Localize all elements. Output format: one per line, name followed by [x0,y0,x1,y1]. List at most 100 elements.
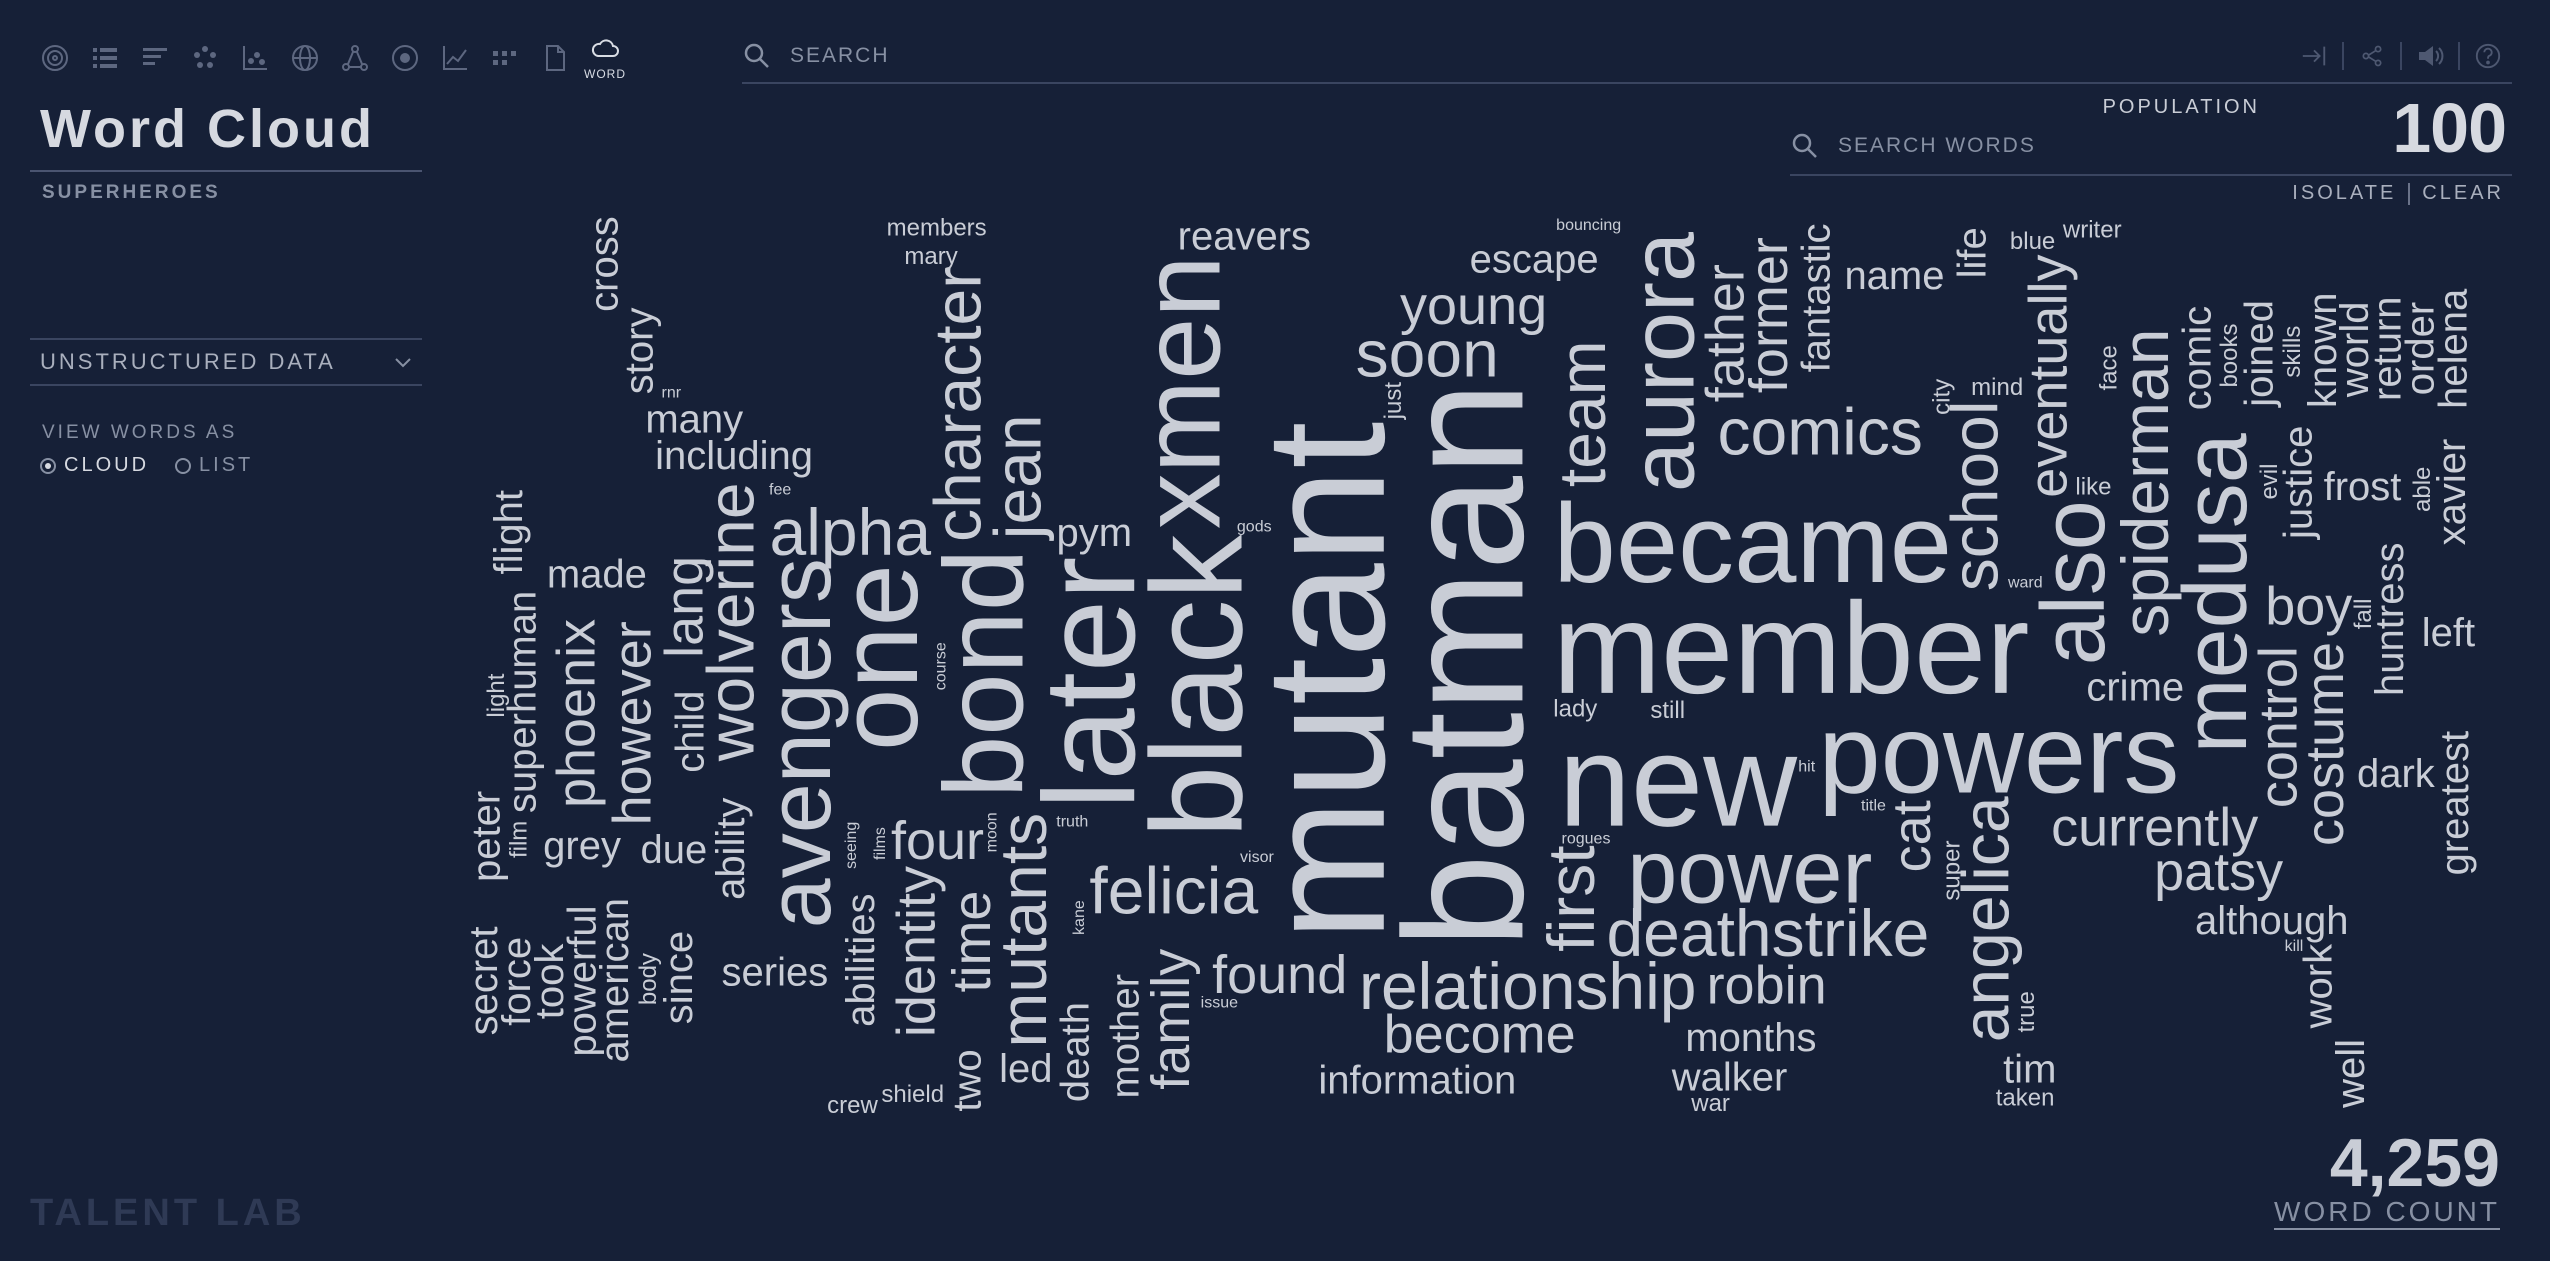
word-character[interactable]: character [920,267,994,542]
word-angelica[interactable]: angelica [1949,796,2023,1042]
word-boy[interactable]: boy [2265,577,2352,637]
word-lady[interactable]: lady [1553,696,1597,723]
target-tool-icon[interactable] [380,32,430,84]
word-family[interactable]: family [1141,949,1201,1090]
word-ability[interactable]: ability [709,798,753,900]
word-cloud-tool-icon[interactable]: WORD [580,32,630,84]
word-life[interactable]: life [1950,227,1994,278]
share-icon[interactable] [2350,34,2394,78]
cluster-tool-icon[interactable] [180,32,230,84]
word-abilities[interactable]: abilities [839,894,883,1027]
scatter-tool-icon[interactable] [230,32,280,84]
word-peter[interactable]: peter [464,791,508,882]
globe-tool-icon[interactable] [280,32,330,84]
word-comic[interactable]: comic [2175,306,2219,410]
word-although[interactable]: although [2195,899,2348,943]
word-young[interactable]: young [1400,276,1547,336]
word-escape[interactable]: escape [1470,237,1599,281]
word-left[interactable]: left [2422,611,2475,655]
word-story[interactable]: story [618,308,662,395]
word-super[interactable]: super [1939,841,1966,901]
word-cat[interactable]: cat [1882,800,1942,872]
view-option-list[interactable]: LIST [175,454,253,477]
word-felicia[interactable]: felicia [1089,854,1258,928]
word-lang[interactable]: lang [654,556,714,658]
word-since[interactable]: since [657,931,701,1024]
word-helena[interactable]: helena [2432,288,2476,409]
word-phoenix[interactable]: phoenix [546,619,606,808]
word-led[interactable]: led [999,1047,1052,1091]
view-option-cloud[interactable]: CLOUD [40,454,149,477]
word-information[interactable]: information [1318,1058,1516,1102]
word-first[interactable]: first [1534,845,1608,951]
word-joined[interactable]: joined [2237,300,2281,408]
word-well[interactable]: well [2329,1039,2373,1109]
word-however[interactable]: however [603,621,663,825]
help-icon[interactable] [2466,34,2510,78]
word-face[interactable]: face [2095,345,2122,390]
word-just[interactable]: just [1380,382,1407,421]
word-fall[interactable]: fall [2350,599,2377,630]
word-four[interactable]: four [891,811,984,871]
word-identity[interactable]: identity [887,866,947,1037]
word-made[interactable]: made [547,552,647,596]
word-death[interactable]: death [1053,1002,1097,1102]
word-rogues[interactable]: rogues [1562,830,1611,847]
word-bouncing[interactable]: bouncing [1556,217,1621,234]
word-books[interactable]: books [2216,324,2243,388]
network-tool-icon[interactable] [330,32,380,84]
word-secret[interactable]: secret [462,926,506,1035]
word-like[interactable]: like [2075,474,2111,501]
word-pym[interactable]: pym [1057,511,1133,555]
word-flight[interactable]: flight [487,490,531,575]
word-reavers[interactable]: reavers [1178,215,1311,259]
word-months[interactable]: months [1685,1016,1816,1060]
word-film[interactable]: film [505,821,532,858]
word-many[interactable]: many [645,397,743,441]
word-work[interactable]: work [2296,943,2340,1029]
word-rnr[interactable]: rnr [661,384,681,401]
word-xmen[interactable]: xmen [1118,255,1243,529]
word-hit[interactable]: hit [1798,758,1815,775]
word-school[interactable]: school [1937,400,2011,591]
text-tool-icon[interactable] [130,32,180,84]
word-title[interactable]: title [1861,797,1886,814]
word-members[interactable]: members [887,215,987,242]
word-fee[interactable]: fee [769,482,791,499]
word-cross[interactable]: cross [582,216,626,312]
word-writer[interactable]: writer [2062,217,2122,244]
word-robin[interactable]: robin [1707,955,1827,1015]
speaker-icon[interactable] [2408,34,2452,78]
word-city[interactable]: city [1929,379,1956,415]
word-able[interactable]: able [2409,467,2436,512]
word-gods[interactable]: gods [1237,519,1272,536]
word-mother[interactable]: mother [1103,974,1147,1099]
word-course[interactable]: course [933,642,950,690]
word-skills[interactable]: skills [2279,326,2306,378]
word-moon[interactable]: moon [984,812,1001,852]
word-dark[interactable]: dark [2357,752,2436,796]
word-became[interactable]: became [1554,481,1952,606]
word-series[interactable]: series [722,951,829,995]
word-true[interactable]: true [2013,991,2040,1032]
word-shield[interactable]: shield [881,1081,944,1108]
word-issue[interactable]: issue [1201,994,1238,1011]
word-films[interactable]: films [872,827,889,860]
word-frost[interactable]: frost [2324,465,2402,509]
word-evil[interactable]: evil [2256,464,2283,500]
word-due[interactable]: due [640,828,707,872]
word-greatest[interactable]: greatest [2433,731,2477,876]
word-comics[interactable]: comics [1718,395,1923,469]
word-truth[interactable]: truth [1056,813,1088,830]
word-costume[interactable]: costume [2295,642,2355,846]
list-tool-icon[interactable] [80,32,130,84]
word-former[interactable]: former [1739,237,1799,393]
word-patsy[interactable]: patsy [2154,842,2283,902]
word-crew[interactable]: crew [827,1092,878,1119]
grid-tool-icon[interactable] [480,32,530,84]
word-ward[interactable]: ward [2007,574,2043,591]
word-mary[interactable]: mary [904,243,957,270]
word-still[interactable]: still [1650,697,1685,724]
word-team[interactable]: team [1545,340,1619,487]
word-body[interactable]: body [635,953,662,1005]
